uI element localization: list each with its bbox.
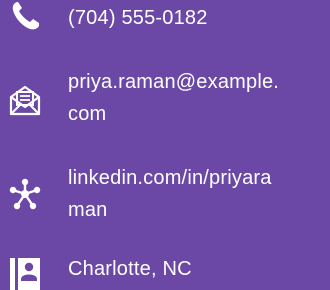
email-text-line-2: com [68,103,107,125]
email-text-line-1: priya.raman@example. [68,71,280,93]
linkedin-text-line-2: man [68,199,108,221]
linkedin-text-line-1: linkedin.com/in/priyara [68,167,272,189]
contact-row-location[interactable]: Charlotte, NC [0,250,330,290]
envelope-icon [8,83,42,117]
phone-icon [8,0,42,33]
network-icon [8,177,42,211]
location-text: Charlotte, NC [68,258,192,280]
contact-card-icon [8,256,42,290]
contact-row-email[interactable]: priya.raman@example. com [0,66,330,136]
contact-panel: (704) 555-0182 priya.raman@example. com [0,0,330,290]
contact-row-linkedin[interactable]: linkedin.com/in/priyara man [0,162,330,232]
phone-number-text: (704) 555-0182 [68,7,208,29]
contact-row-phone[interactable]: (704) 555-0182 [0,0,330,40]
